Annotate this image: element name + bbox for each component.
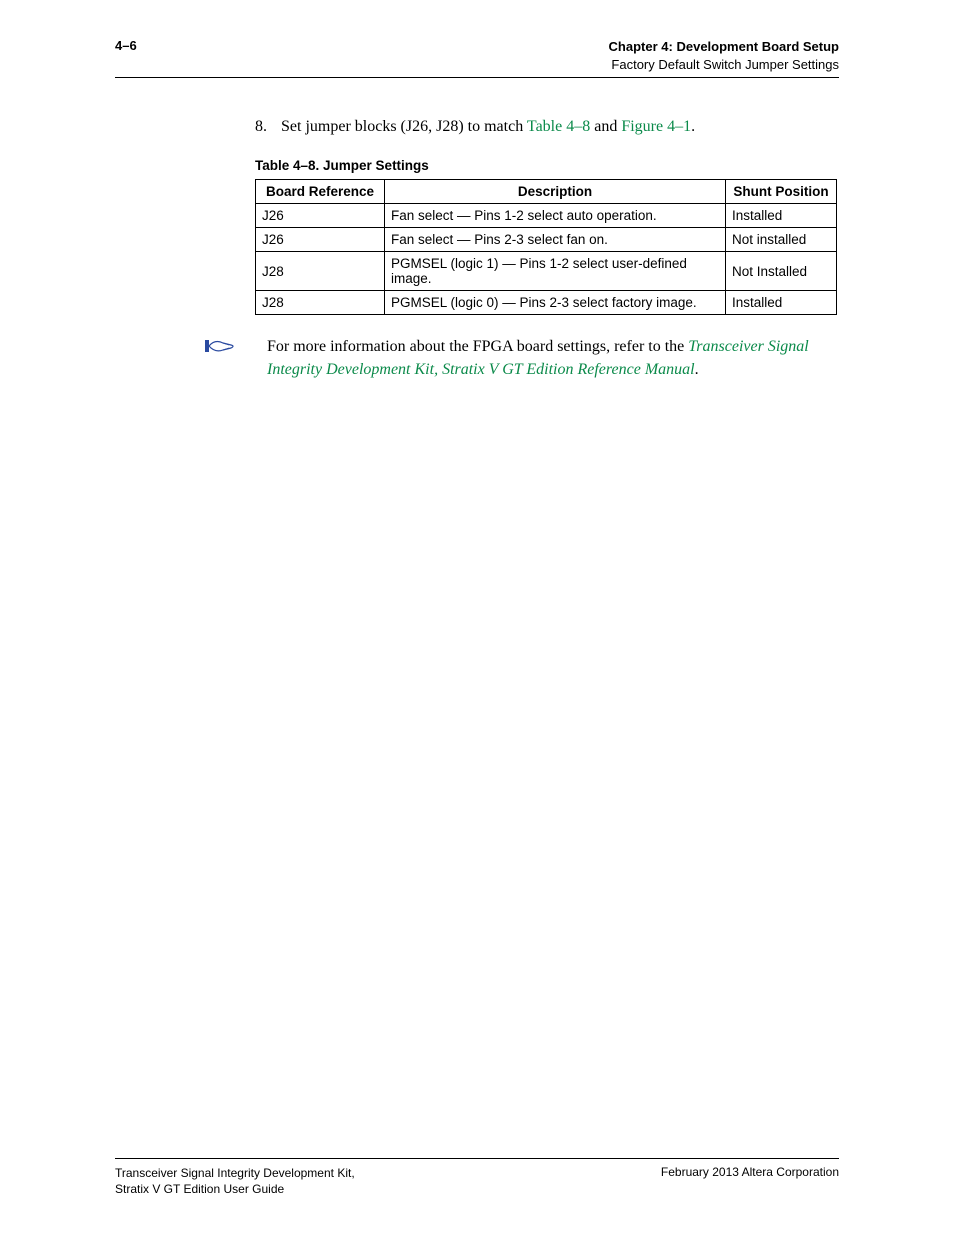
page-header: 4–6 Chapter 4: Development Board Setup F… — [115, 38, 839, 78]
table-caption: Table 4–8. Jumper Settings — [255, 158, 839, 173]
jumper-settings-table: Board Reference Description Shunt Positi… — [255, 179, 837, 315]
footer-left-line1: Transceiver Signal Integrity Development… — [115, 1166, 355, 1180]
chapter-prefix: Chapter 4: — [609, 39, 673, 54]
cell-desc: PGMSEL (logic 0) — Pins 2-3 select facto… — [385, 291, 726, 315]
step-number: 8. — [255, 118, 277, 136]
chapter-title: Development Board Setup — [676, 39, 839, 54]
cell-ref: J28 — [256, 252, 385, 291]
header-section: Factory Default Switch Jumper Settings — [609, 56, 839, 74]
table-row: J28 PGMSEL (logic 1) — Pins 1-2 select u… — [256, 252, 837, 291]
col-header-ref: Board Reference — [256, 180, 385, 204]
cell-desc: PGMSEL (logic 1) — Pins 1-2 select user-… — [385, 252, 726, 291]
cell-ref: J26 — [256, 228, 385, 252]
header-right: Chapter 4: Development Board Setup Facto… — [609, 38, 839, 73]
hand-pointing-icon — [205, 337, 235, 360]
col-header-shunt: Shunt Position — [726, 180, 837, 204]
cell-shunt: Not installed — [726, 228, 837, 252]
table-row: J28 PGMSEL (logic 0) — Pins 2-3 select f… — [256, 291, 837, 315]
col-header-desc: Description — [385, 180, 726, 204]
note-text-after: . — [695, 361, 699, 378]
cell-ref: J26 — [256, 204, 385, 228]
link-table-4-8[interactable]: Table 4–8 — [527, 118, 590, 135]
link-figure-4-1[interactable]: Figure 4–1 — [621, 118, 691, 135]
cell-desc: Fan select — Pins 1-2 select auto operat… — [385, 204, 726, 228]
step-text-mid: and — [590, 118, 621, 135]
page-footer: Transceiver Signal Integrity Development… — [115, 1158, 839, 1197]
reference-note: For more information about the FPGA boar… — [205, 335, 839, 381]
cell-ref: J28 — [256, 291, 385, 315]
cell-shunt: Installed — [726, 291, 837, 315]
footer-left: Transceiver Signal Integrity Development… — [115, 1165, 355, 1197]
footer-left-line2: Stratix V GT Edition User Guide — [115, 1182, 284, 1196]
cell-desc: Fan select — Pins 2-3 select fan on. — [385, 228, 726, 252]
footer-right: February 2013 Altera Corporation — [661, 1165, 839, 1197]
step-text-before: Set jumper blocks (J26, J28) to match — [281, 118, 527, 135]
cell-shunt: Installed — [726, 204, 837, 228]
note-text-before: For more information about the FPGA boar… — [267, 338, 688, 355]
table-header-row: Board Reference Description Shunt Positi… — [256, 180, 837, 204]
table-row: J26 Fan select — Pins 2-3 select fan on.… — [256, 228, 837, 252]
cell-shunt: Not Installed — [726, 252, 837, 291]
page-number: 4–6 — [115, 38, 137, 53]
table-row: J26 Fan select — Pins 1-2 select auto op… — [256, 204, 837, 228]
step-text-after: . — [691, 118, 695, 135]
note-text: For more information about the FPGA boar… — [267, 335, 839, 381]
step-8: 8. Set jumper blocks (J26, J28) to match… — [255, 118, 839, 136]
